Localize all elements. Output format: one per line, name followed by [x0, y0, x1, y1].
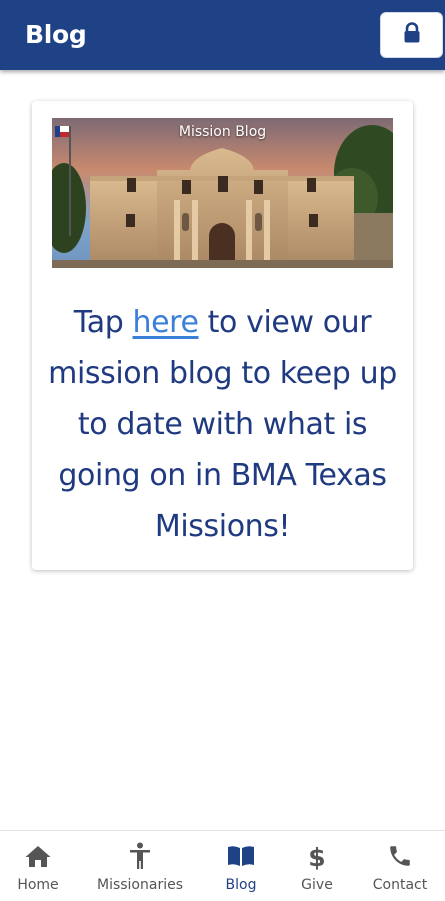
nav-give[interactable]: $ Give: [291, 831, 343, 901]
lock-icon: [403, 21, 421, 49]
nav-home[interactable]: Home: [8, 831, 68, 901]
nav-missionaries[interactable]: Missionaries: [88, 831, 192, 901]
blog-link[interactable]: here: [133, 305, 199, 340]
top-app-bar: Blog: [0, 0, 445, 70]
nav-label-contact: Contact: [372, 877, 428, 893]
login-button[interactable]: [380, 12, 443, 58]
person-icon: [128, 842, 152, 875]
alamo-mission-image: [52, 118, 393, 268]
book-icon: [227, 844, 255, 873]
home-icon: [24, 844, 52, 873]
dollar-icon: $: [308, 843, 326, 872]
mission-blog-banner[interactable]: Mission Blog: [52, 118, 393, 268]
blog-description: Tap here to view our mission blog to kee…: [38, 297, 407, 552]
nav-label-blog: Blog: [225, 877, 257, 893]
blog-card: Mission Blog Tap here to view our missio…: [32, 101, 413, 570]
nav-blog[interactable]: Blog: [216, 831, 266, 901]
nav-label-give: Give: [301, 877, 333, 893]
text-after-link: to view our mission blog to keep up to d…: [48, 305, 397, 544]
page-title: Blog: [25, 20, 87, 49]
bottom-navigation: Home Missionaries Blog $ Give Contact: [0, 830, 445, 900]
banner-caption: Mission Blog: [178, 124, 267, 140]
phone-icon: [387, 843, 413, 874]
nav-contact[interactable]: Contact: [366, 831, 434, 901]
text-before-link: Tap: [73, 305, 133, 340]
nav-label-home: Home: [17, 877, 59, 893]
nav-label-missionaries: Missionaries: [96, 877, 184, 893]
